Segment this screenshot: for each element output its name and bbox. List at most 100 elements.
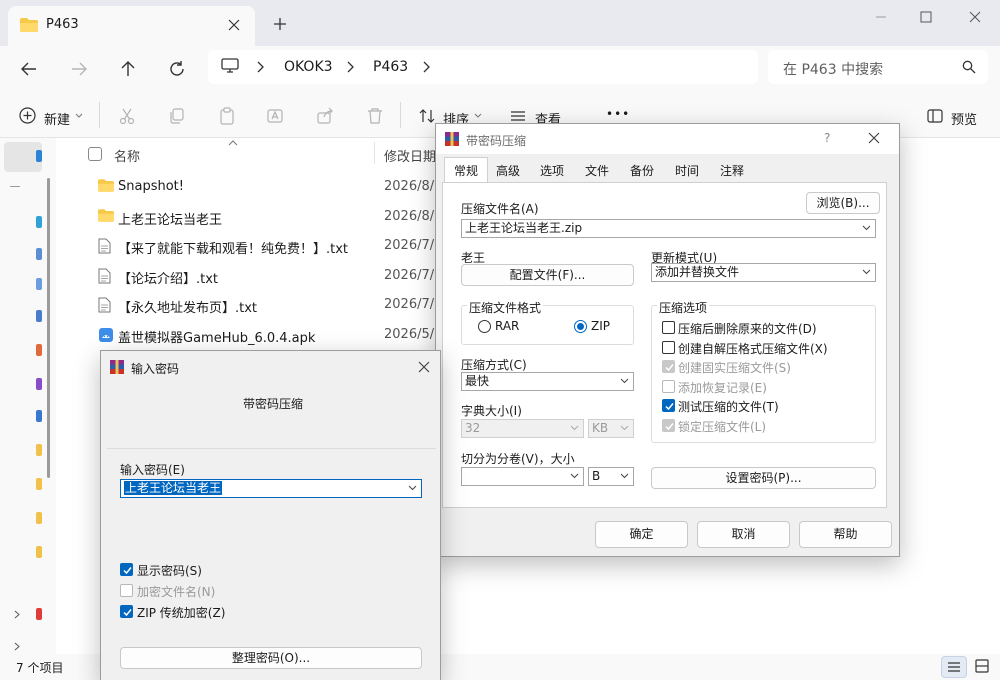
- tab-comment[interactable]: 注释: [712, 160, 752, 182]
- tiles-view-icon[interactable]: [970, 656, 996, 678]
- file-name[interactable]: Snapshot!: [118, 179, 184, 194]
- sidebar-item-icon[interactable]: [36, 344, 42, 356]
- breadcrumb-okok3[interactable]: OKOK3: [284, 59, 333, 75]
- file-row[interactable]: Snapshot! 2026/8/2: [56, 173, 442, 201]
- sfx-label[interactable]: 创建自解压格式压缩文件(X): [678, 340, 828, 357]
- details-view-icon[interactable]: [941, 656, 967, 678]
- chevron-down-icon[interactable]: [408, 485, 417, 491]
- split-size-field[interactable]: [461, 467, 584, 486]
- profile-button[interactable]: 配置文件(F)...: [461, 264, 634, 286]
- test-files-checkbox[interactable]: [662, 399, 675, 413]
- sidebar-scrollbar[interactable]: [47, 178, 50, 478]
- split-unit-select[interactable]: B: [588, 467, 634, 486]
- password-input[interactable]: 上老王论坛当老王: [120, 479, 422, 498]
- sort-icon[interactable]: [418, 107, 436, 125]
- sidebar-item-icon[interactable]: [36, 410, 42, 422]
- up-arrow-icon[interactable]: [117, 58, 139, 80]
- method-select[interactable]: 最快: [461, 372, 634, 391]
- forward-arrow-icon[interactable]: [68, 58, 90, 80]
- file-row[interactable]: 【来了就能下载和观看！纯免费！】.txt 2026/7/1: [56, 232, 442, 260]
- zip-legacy-label[interactable]: ZIP 传统加密(Z): [137, 604, 225, 621]
- file-name[interactable]: 【永久地址发布页】.txt: [118, 297, 257, 316]
- column-name-header[interactable]: 名称: [114, 146, 140, 165]
- search-icon[interactable]: [962, 60, 976, 74]
- file-name[interactable]: 盖世模拟器GameHub_6.0.4.apk: [118, 327, 315, 346]
- file-row[interactable]: 【论坛介绍】.txt 2026/7/1: [56, 262, 442, 290]
- preview-pane-icon[interactable]: [926, 107, 944, 125]
- set-password-button[interactable]: 设置密码(P)...: [651, 467, 876, 489]
- new-button[interactable]: 新建: [44, 109, 70, 128]
- sidebar-item-icon[interactable]: [36, 512, 42, 524]
- method-value[interactable]: 最快: [465, 374, 489, 388]
- chevron-down-icon[interactable]: [474, 113, 482, 118]
- delete-after-checkbox[interactable]: [662, 321, 675, 334]
- split-unit-value[interactable]: B: [592, 469, 600, 483]
- chevron-right-icon[interactable]: [14, 642, 20, 651]
- sidebar-item-icon[interactable]: [36, 546, 42, 558]
- dict-size-value[interactable]: 32: [465, 421, 480, 435]
- chevron-down-icon[interactable]: [570, 473, 579, 479]
- sfx-checkbox[interactable]: [662, 340, 675, 354]
- tab-files[interactable]: 文件: [577, 160, 617, 182]
- address-bar[interactable]: OKOK3 P463: [208, 50, 758, 84]
- help-button[interactable]: 帮助: [799, 521, 892, 548]
- recovery-record-label[interactable]: 添加恢复记录(E): [678, 379, 767, 396]
- paste-icon[interactable]: [218, 107, 236, 125]
- tab-advanced[interactable]: 高级: [488, 160, 528, 182]
- lock-archive-label[interactable]: 锁定压缩文件(L): [678, 418, 766, 435]
- rename-icon[interactable]: [266, 107, 284, 125]
- sidebar-item-icon[interactable]: [36, 310, 42, 322]
- share-icon[interactable]: [316, 107, 334, 125]
- recovery-record-checkbox[interactable]: [662, 379, 675, 393]
- chevron-right-icon[interactable]: [14, 610, 20, 619]
- computer-icon[interactable]: [221, 58, 239, 74]
- sidebar-item-icon[interactable]: [36, 216, 42, 228]
- sidebar-item-icon[interactable]: [36, 278, 42, 290]
- show-password-label[interactable]: 显示密码(S): [137, 562, 202, 579]
- encrypt-names-label[interactable]: 加密文件名(N): [137, 583, 215, 600]
- lock-archive-checkbox[interactable]: [662, 419, 675, 432]
- show-password-checkbox[interactable]: [120, 563, 133, 576]
- ok-button[interactable]: 确定: [595, 521, 688, 548]
- chevron-down-icon[interactable]: [620, 378, 629, 384]
- chevron-down-icon[interactable]: [620, 425, 629, 431]
- sidebar-item-icon[interactable]: [36, 378, 42, 390]
- help-icon[interactable]: ?: [824, 131, 830, 145]
- cut-icon[interactable]: [118, 107, 136, 125]
- new-tab-icon[interactable]: [270, 14, 290, 34]
- maximize-icon[interactable]: [915, 8, 937, 26]
- encrypt-names-checkbox[interactable]: [120, 584, 133, 597]
- sidebar-item-icon[interactable]: [36, 478, 42, 490]
- search-box[interactable]: 在 P463 中搜索: [768, 50, 988, 84]
- sidebar-item-icon[interactable]: [36, 150, 42, 162]
- chevron-right-icon[interactable]: [256, 61, 264, 73]
- chevron-right-icon[interactable]: [346, 61, 354, 73]
- file-name[interactable]: 上老王论坛当老王: [118, 209, 222, 228]
- test-files-label[interactable]: 测试压缩的文件(T): [678, 398, 779, 415]
- minimize-icon[interactable]: [870, 8, 892, 26]
- organize-passwords-button[interactable]: 整理密码(O)...: [120, 647, 422, 669]
- file-name[interactable]: 【来了就能下载和观看！纯免费！】.txt: [118, 238, 348, 257]
- dict-size-select[interactable]: 32: [461, 419, 584, 438]
- chevron-down-icon[interactable]: [862, 269, 871, 275]
- file-name[interactable]: 【论坛介绍】.txt: [118, 268, 218, 287]
- update-mode-select[interactable]: 添加并替换文件: [651, 263, 876, 282]
- update-mode-value[interactable]: 添加并替换文件: [655, 265, 739, 279]
- format-zip-label[interactable]: ZIP: [591, 319, 610, 333]
- archive-name-field[interactable]: 上老王论坛当老王.zip: [461, 219, 876, 238]
- tab-options[interactable]: 选项: [532, 160, 572, 182]
- zip-legacy-checkbox[interactable]: [120, 605, 133, 618]
- close-icon[interactable]: [868, 132, 880, 144]
- delete-after-label[interactable]: 压缩后删除原来的文件(D): [678, 320, 817, 337]
- dict-unit-select[interactable]: KB: [588, 419, 634, 438]
- file-row[interactable]: 上老王论坛当老王 2026/8/2: [56, 203, 442, 231]
- tab-general[interactable]: 常规: [444, 157, 488, 183]
- chevron-down-icon[interactable]: [620, 473, 629, 479]
- format-rar-radio[interactable]: [478, 320, 491, 333]
- more-options-button[interactable]: •••: [606, 107, 630, 121]
- chevron-down-icon[interactable]: [862, 225, 871, 231]
- sidebar-item-icon[interactable]: [36, 444, 42, 456]
- format-rar-label[interactable]: RAR: [495, 319, 519, 333]
- tab-p463[interactable]: P463: [8, 6, 255, 46]
- close-window-icon[interactable]: [964, 8, 986, 26]
